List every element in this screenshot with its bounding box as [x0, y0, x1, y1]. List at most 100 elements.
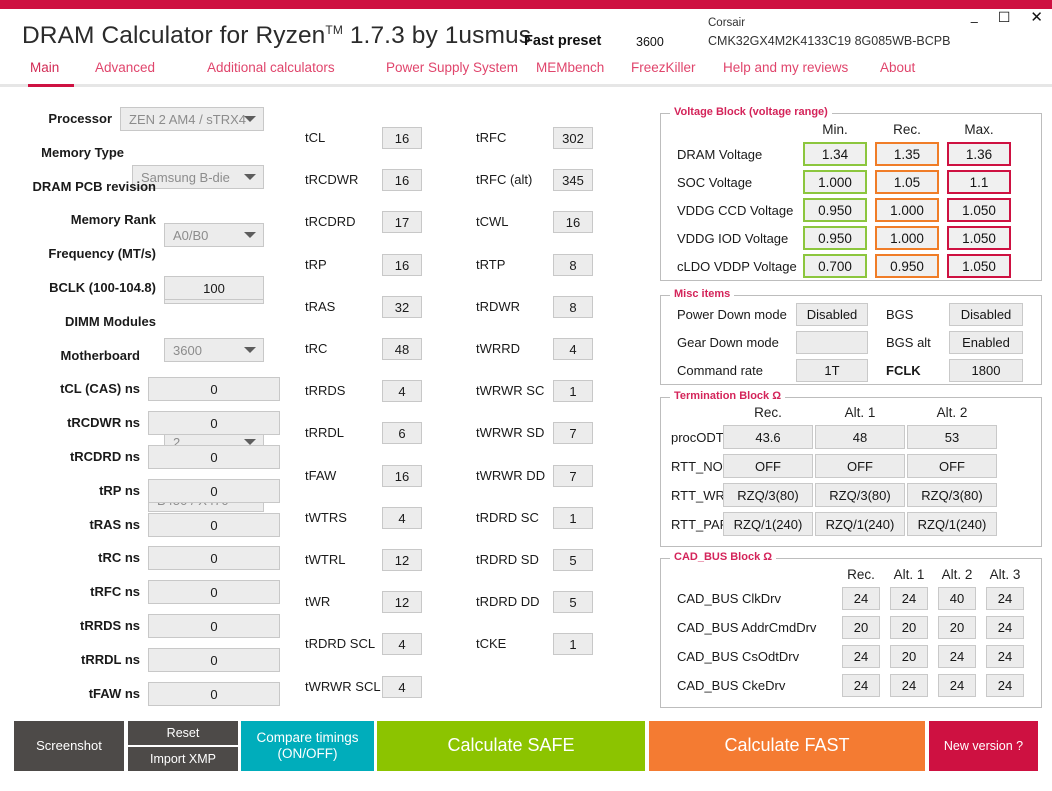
voltage-field-vddg-ccd-voltage-min[interactable]: 0.950 [803, 198, 867, 222]
timing-field-tfaw[interactable]: 16 [382, 465, 422, 487]
termination-field-rtt_wr-1[interactable]: RZQ/3(80) [815, 483, 905, 507]
cad-bus-field-cad_bus-clkdrv-3[interactable]: 24 [986, 587, 1024, 610]
timing-field-trfc[interactable]: 302 [553, 127, 593, 149]
cad-bus-field-cad_bus-csodtdrv-0[interactable]: 24 [842, 645, 880, 668]
voltage-field-soc-voltage-max[interactable]: 1.1 [947, 170, 1011, 194]
config-field-processor[interactable]: ZEN 2 AM4 / sTRX4 [120, 107, 264, 131]
cad-bus-field-cad_bus-ckedrv-3[interactable]: 24 [986, 674, 1024, 697]
tab-power-supply-system[interactable]: Power Supply System [386, 60, 518, 75]
cad-bus-field-cad_bus-addrcmddrv-2[interactable]: 20 [938, 616, 976, 639]
cad-bus-field-cad_bus-addrcmddrv-0[interactable]: 20 [842, 616, 880, 639]
voltage-field-vddg-iod-voltage-min[interactable]: 0.950 [803, 226, 867, 250]
config-field-dram-pcb-revision[interactable]: A0/B0 [164, 223, 264, 247]
tab-advanced[interactable]: Advanced [95, 60, 155, 75]
timing-field-twtrs[interactable]: 4 [382, 507, 422, 529]
config-field-tfaw-ns[interactable]: 0 [148, 682, 280, 706]
timing-field-twrwr-sd[interactable]: 7 [553, 422, 593, 444]
timing-field-trrdl[interactable]: 6 [382, 422, 422, 444]
voltage-field-dram-voltage-min[interactable]: 1.34 [803, 142, 867, 166]
voltage-field-soc-voltage-min[interactable]: 1.000 [803, 170, 867, 194]
maximize-icon[interactable]: ☐ [995, 10, 1014, 24]
timing-field-tcl[interactable]: 16 [382, 127, 422, 149]
termination-field-rtt_park-0[interactable]: RZQ/1(240) [723, 512, 813, 536]
config-field-trp-ns[interactable]: 0 [148, 479, 280, 503]
tab-about[interactable]: About [880, 60, 915, 75]
misc-field-command-rate[interactable]: 1T [796, 359, 868, 382]
voltage-field-vddg-iod-voltage-rec[interactable]: 1.000 [875, 226, 939, 250]
termination-field-rtt_park-2[interactable]: RZQ/1(240) [907, 512, 997, 536]
config-field-trrds-ns[interactable]: 0 [148, 614, 280, 638]
cad-bus-field-cad_bus-csodtdrv-2[interactable]: 24 [938, 645, 976, 668]
voltage-field-dram-voltage-rec[interactable]: 1.35 [875, 142, 939, 166]
cad-bus-field-cad_bus-clkdrv-2[interactable]: 40 [938, 587, 976, 610]
tab-membench[interactable]: MEMbench [536, 60, 604, 75]
termination-field-rtt_nom-1[interactable]: OFF [815, 454, 905, 478]
compare-timings-button[interactable]: Compare timings (ON/OFF) [241, 721, 374, 771]
timing-field-trcdwr[interactable]: 16 [382, 169, 422, 191]
timing-field-tcke[interactable]: 1 [553, 633, 593, 655]
termination-field-procodt-2[interactable]: 53 [907, 425, 997, 449]
tab-freezkiller[interactable]: FreezKiller [631, 60, 696, 75]
cad-bus-field-cad_bus-csodtdrv-1[interactable]: 20 [890, 645, 928, 668]
timing-field-trtp[interactable]: 8 [553, 254, 593, 276]
timing-field-twr[interactable]: 12 [382, 591, 422, 613]
voltage-field-vddg-ccd-voltage-rec[interactable]: 1.000 [875, 198, 939, 222]
tab-main[interactable]: Main [30, 60, 59, 75]
close-icon[interactable]: ✕ [1027, 10, 1046, 25]
voltage-field-vddg-iod-voltage-max[interactable]: 1.050 [947, 226, 1011, 250]
timing-field-twrrd[interactable]: 4 [553, 338, 593, 360]
voltage-field-dram-voltage-max[interactable]: 1.36 [947, 142, 1011, 166]
calculate-fast-button[interactable]: Calculate FAST [649, 721, 925, 771]
cad-bus-field-cad_bus-ckedrv-0[interactable]: 24 [842, 674, 880, 697]
timing-field-twtrl[interactable]: 12 [382, 549, 422, 571]
misc-field-fclk[interactable]: 1800 [949, 359, 1023, 382]
timing-field-trdrd-dd[interactable]: 5 [553, 591, 593, 613]
voltage-field-cldo-vddp-voltage-min[interactable]: 0.700 [803, 254, 867, 278]
config-field-trfc-ns[interactable]: 0 [148, 580, 280, 604]
termination-field-procodt-1[interactable]: 48 [815, 425, 905, 449]
cad-bus-field-cad_bus-addrcmddrv-3[interactable]: 24 [986, 616, 1024, 639]
minimize-icon[interactable]: – [968, 15, 981, 28]
misc-field-bgs[interactable]: Disabled [949, 303, 1023, 326]
termination-field-rtt_wr-0[interactable]: RZQ/3(80) [723, 483, 813, 507]
config-field-trcdwr-ns[interactable]: 0 [148, 411, 280, 435]
termination-field-rtt_park-1[interactable]: RZQ/1(240) [815, 512, 905, 536]
config-field-trrdl-ns[interactable]: 0 [148, 648, 280, 672]
config-field-tcl-cas-ns[interactable]: 0 [148, 377, 280, 401]
termination-field-rtt_nom-2[interactable]: OFF [907, 454, 997, 478]
cad-bus-field-cad_bus-csodtdrv-3[interactable]: 24 [986, 645, 1024, 668]
config-field-tras-ns[interactable]: 0 [148, 513, 280, 537]
voltage-field-vddg-ccd-voltage-max[interactable]: 1.050 [947, 198, 1011, 222]
tab-additional-calculators[interactable]: Additional calculators [207, 60, 335, 75]
timing-field-tcwl[interactable]: 16 [553, 211, 593, 233]
timing-field-trdrd-scl[interactable]: 4 [382, 633, 422, 655]
timing-field-trrds[interactable]: 4 [382, 380, 422, 402]
import-xmp-button[interactable]: Import XMP [128, 747, 238, 771]
timing-field-trc[interactable]: 48 [382, 338, 422, 360]
timing-field-trp[interactable]: 16 [382, 254, 422, 276]
screenshot-button[interactable]: Screenshot [14, 721, 124, 771]
timing-field-trdwr[interactable]: 8 [553, 296, 593, 318]
calculate-safe-button[interactable]: Calculate SAFE [377, 721, 645, 771]
timing-field-trfc-alt[interactable]: 345 [553, 169, 593, 191]
misc-field-gear-down-mode[interactable] [796, 331, 868, 354]
timing-field-tras[interactable]: 32 [382, 296, 422, 318]
voltage-field-cldo-vddp-voltage-max[interactable]: 1.050 [947, 254, 1011, 278]
cad-bus-field-cad_bus-clkdrv-1[interactable]: 24 [890, 587, 928, 610]
voltage-field-soc-voltage-rec[interactable]: 1.05 [875, 170, 939, 194]
timing-field-twrwr-scl[interactable]: 4 [382, 676, 422, 698]
config-field-frequency-mt-s[interactable]: 3600 [164, 338, 264, 362]
reset-button[interactable]: Reset [128, 721, 238, 745]
config-field-trc-ns[interactable]: 0 [148, 546, 280, 570]
timing-field-trcdrd[interactable]: 17 [382, 211, 422, 233]
timing-field-trdrd-sc[interactable]: 1 [553, 507, 593, 529]
termination-field-rtt_wr-2[interactable]: RZQ/3(80) [907, 483, 997, 507]
timing-field-twrwr-sc[interactable]: 1 [553, 380, 593, 402]
misc-field-power-down-mode[interactable]: Disabled [796, 303, 868, 326]
timing-field-trdrd-sd[interactable]: 5 [553, 549, 593, 571]
cad-bus-field-cad_bus-addrcmddrv-1[interactable]: 20 [890, 616, 928, 639]
cad-bus-field-cad_bus-ckedrv-2[interactable]: 24 [938, 674, 976, 697]
new-version-button[interactable]: New version ? [929, 721, 1038, 771]
config-field-trcdrd-ns[interactable]: 0 [148, 445, 280, 469]
tab-help-and-my-reviews[interactable]: Help and my reviews [723, 60, 848, 75]
